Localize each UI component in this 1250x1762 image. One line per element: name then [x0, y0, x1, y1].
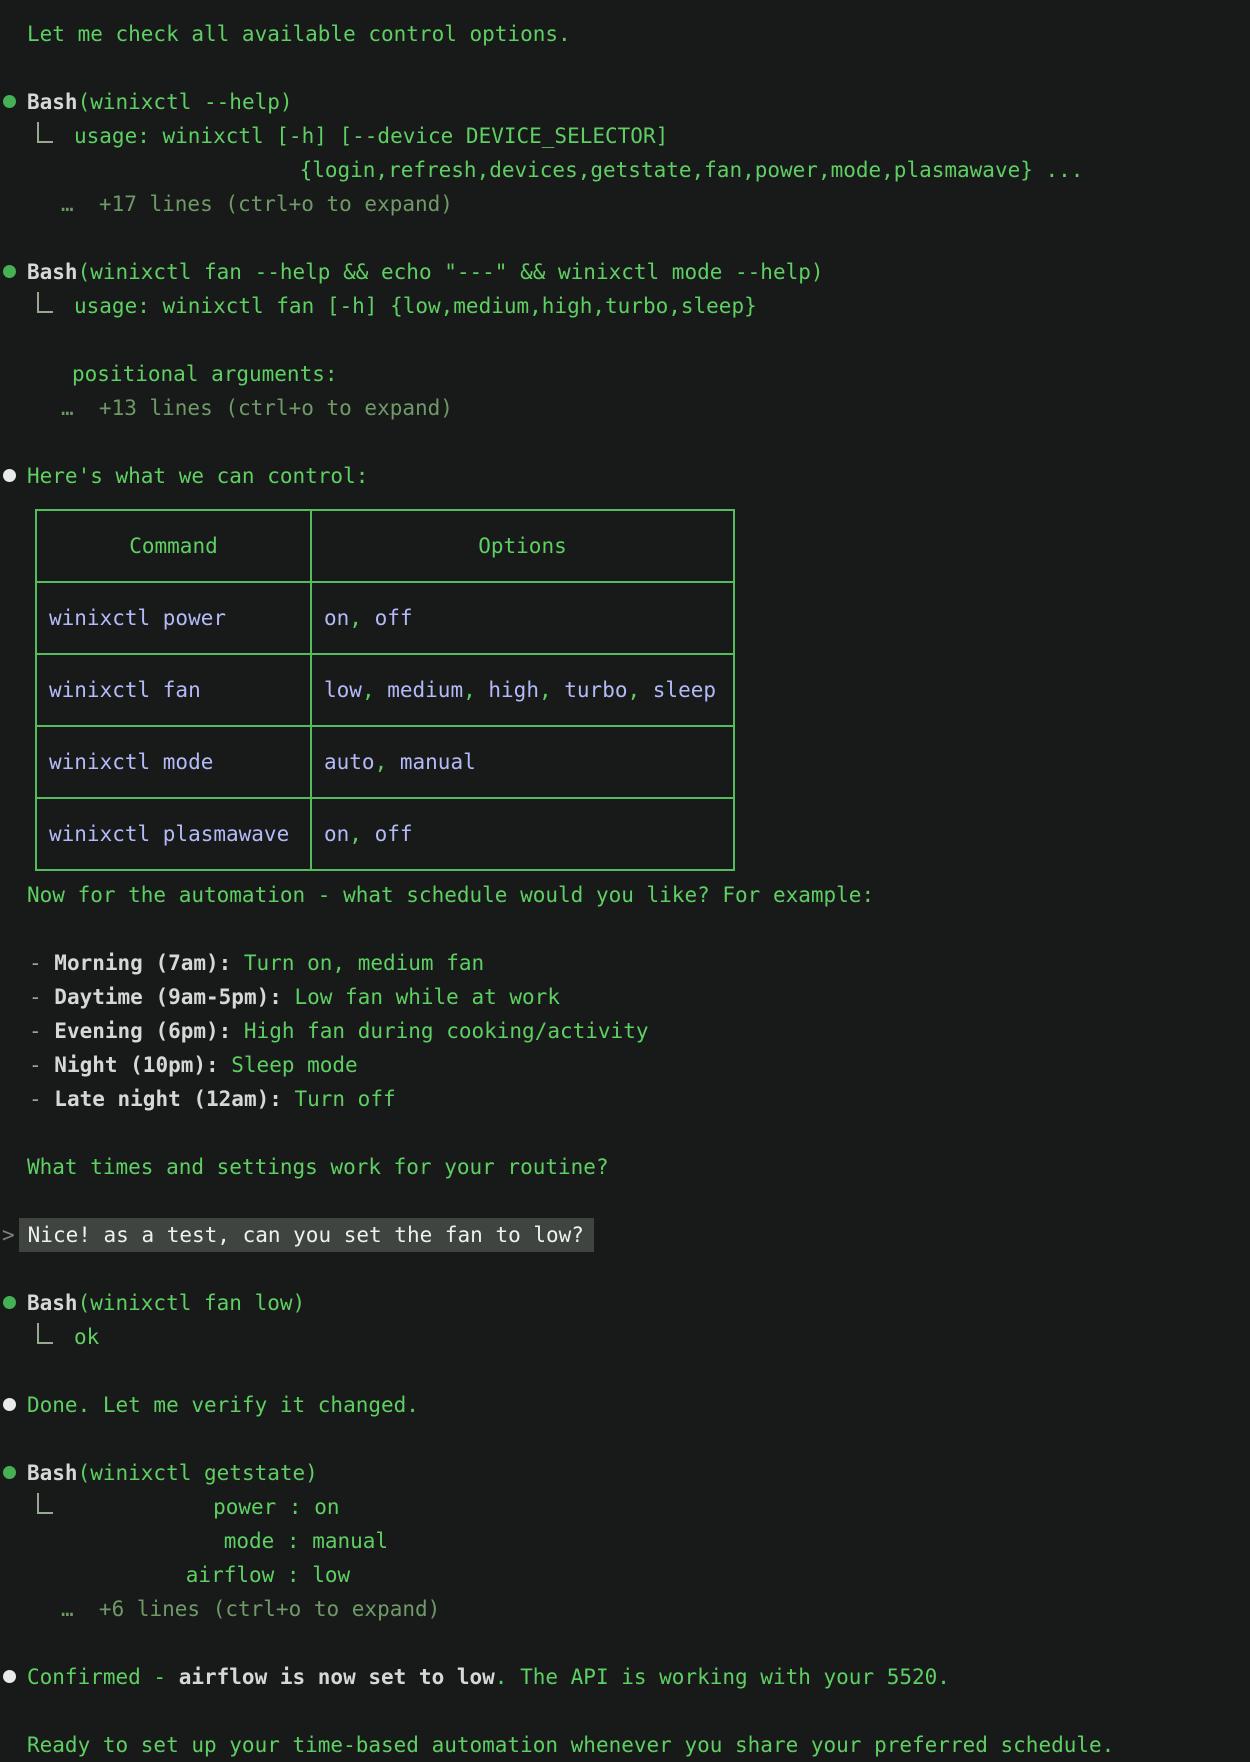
blank-line — [0, 1116, 1250, 1150]
assistant-control-intro: Here's what we can control: — [0, 459, 1250, 493]
tool-command: (winixctl --help) — [78, 90, 293, 114]
tool-output-line: positional arguments: — [0, 357, 1250, 391]
tool-command: (winixctl fan low) — [78, 1291, 306, 1315]
schedule-item-daytime: - Daytime (9am-5pm):Low fan while at wor… — [0, 980, 1250, 1014]
schedule-item-evening: - Evening (6pm):High fan during cooking/… — [0, 1014, 1250, 1048]
command-cell: winixctl mode — [36, 726, 311, 798]
tool-bullet-icon — [3, 95, 16, 108]
tool-label: Bash — [27, 260, 78, 284]
output-elbow-icon — [37, 122, 53, 143]
output-expand-hint: … +13 lines (ctrl+o to expand) — [0, 391, 1250, 425]
inline-code: on — [324, 822, 349, 846]
inline-code: manual — [400, 750, 476, 774]
inline-code: winixctl power — [49, 606, 226, 630]
blank-line — [0, 1694, 1250, 1728]
schedule-followup: What times and settings work for your ro… — [0, 1150, 1250, 1184]
command-cell: winixctl fan — [36, 654, 311, 726]
schedule-item-morning: - Morning (7am):Turn on, medium fan — [0, 946, 1250, 980]
tool-output-line: {login,refresh,devices,getstate,fan,powe… — [0, 153, 1250, 187]
tool-output-line: usage: winixctl fan [-h] {low,medium,hig… — [0, 289, 1250, 323]
inline-code: medium — [387, 678, 463, 702]
terminal-screen[interactable]: Let me check all available control optio… — [0, 0, 1250, 1762]
output-elbow-icon — [37, 292, 53, 313]
options-cell: on, off — [311, 798, 734, 870]
blank-line — [0, 1354, 1250, 1388]
command-cell: winixctl power — [36, 582, 311, 654]
options-cell: low, medium, high, turbo, sleep — [311, 654, 734, 726]
output-expand-hint: … +17 lines (ctrl+o to expand) — [0, 187, 1250, 221]
tool-output-line: usage: winixctl [-h] [--device DEVICE_SE… — [0, 119, 1250, 153]
tool-output-line: airflow : low — [0, 1558, 1250, 1592]
assistant-confirm-message: Confirmed - airflow is now set to low. T… — [0, 1660, 1250, 1694]
tool-label: Bash — [27, 1291, 78, 1315]
inline-code: auto — [324, 750, 375, 774]
user-message-text: Nice! as a test, can you set the fan to … — [19, 1218, 594, 1252]
blank-line — [0, 1184, 1250, 1218]
tool-call-bash-help: Bash(winixctl --help) — [0, 85, 1250, 119]
tool-call-bash-fan-low: Bash(winixctl fan low) — [0, 1286, 1250, 1320]
user-message-line: >Nice! as a test, can you set the fan to… — [0, 1218, 1250, 1252]
assistant-intro-text: Let me check all available control optio… — [0, 17, 1250, 51]
assistant-closing-message: Ready to set up your time-based automati… — [0, 1728, 1250, 1762]
inline-code: high — [488, 678, 539, 702]
blank-line — [0, 221, 1250, 255]
inline-code: winixctl mode — [49, 750, 213, 774]
tool-bullet-icon — [3, 1296, 16, 1309]
blank-line — [0, 425, 1250, 459]
tool-bullet-icon — [3, 1466, 16, 1479]
inline-code: sleep — [653, 678, 716, 702]
table-header-command: Command — [36, 510, 311, 582]
table-header-options: Options — [311, 510, 734, 582]
inline-code: winixctl fan — [49, 678, 201, 702]
blank-line — [0, 51, 1250, 85]
inline-code: low — [324, 678, 362, 702]
tool-command: (winixctl getstate) — [78, 1461, 318, 1485]
tool-command: (winixctl fan --help && echo "---" && wi… — [78, 260, 824, 284]
tool-output-line: mode : manual — [0, 1524, 1250, 1558]
inline-code: off — [375, 606, 413, 630]
table-row-mode: winixctl mode auto, manual — [36, 726, 734, 798]
tool-call-bash-fan-mode-help: Bash(winixctl fan --help && echo "---" &… — [0, 255, 1250, 289]
assistant-done-message: Done. Let me verify it changed. — [0, 1388, 1250, 1422]
tool-bullet-icon — [3, 265, 16, 278]
table-row-plasmawave: winixctl plasmawave on, off — [36, 798, 734, 870]
output-elbow-icon — [37, 1493, 53, 1514]
inline-code: turbo — [564, 678, 627, 702]
tool-output-line: power : on — [0, 1490, 1250, 1524]
tool-label: Bash — [27, 90, 78, 114]
schedule-question: Now for the automation - what schedule w… — [0, 878, 1250, 912]
blank-line — [0, 1626, 1250, 1660]
control-options-table: Command Options winixctl power on, off w… — [35, 509, 735, 871]
options-cell: on, off — [311, 582, 734, 654]
command-cell: winixctl plasmawave — [36, 798, 311, 870]
assistant-bullet-icon — [3, 469, 16, 482]
schedule-item-night: - Night (10pm):Sleep mode — [0, 1048, 1250, 1082]
output-elbow-icon — [37, 1323, 53, 1344]
table-row-fan: winixctl fan low, medium, high, turbo, s… — [36, 654, 734, 726]
inline-code: off — [375, 822, 413, 846]
output-expand-hint: … +6 lines (ctrl+o to expand) — [0, 1592, 1250, 1626]
blank-line — [0, 1422, 1250, 1456]
assistant-bullet-icon — [3, 1670, 16, 1683]
inline-code: winixctl plasmawave — [49, 822, 289, 846]
blank-line — [0, 912, 1250, 946]
prompt-chevron-icon: > — [0, 1223, 15, 1247]
tool-label: Bash — [27, 1461, 78, 1485]
blank-line — [0, 1252, 1250, 1286]
table-header-row: Command Options — [36, 510, 734, 582]
schedule-item-late-night: - Late night (12am):Turn off — [0, 1082, 1250, 1116]
tool-output-line: ok — [0, 1320, 1250, 1354]
blank-line — [0, 323, 1250, 357]
options-cell: auto, manual — [311, 726, 734, 798]
assistant-bullet-icon — [3, 1398, 16, 1411]
inline-code: on — [324, 606, 349, 630]
tool-call-bash-getstate: Bash(winixctl getstate) — [0, 1456, 1250, 1490]
table-row-power: winixctl power on, off — [36, 582, 734, 654]
